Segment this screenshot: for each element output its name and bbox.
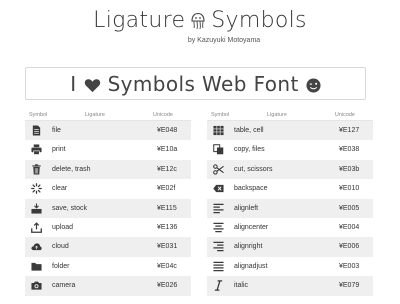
table-row: table, cell ¥E127 [207, 121, 373, 141]
col-ligature: Ligature [267, 112, 287, 118]
ligature-cell: cut, scissors [234, 165, 273, 173]
col-unicode: Unicode [334, 112, 355, 118]
ligature-cell: save, stock [52, 204, 88, 212]
unicode-cell: ¥E115 [157, 204, 177, 212]
table-row: file ¥E048 [25, 121, 191, 141]
ligature-cell: delete, trash [52, 165, 91, 173]
table-header: Symbol Ligature Unicode [207, 112, 373, 121]
ligature-cell: file [52, 127, 61, 134]
wink-smiley-icon [306, 72, 321, 96]
table-row: clear ¥E02f [25, 179, 191, 198]
symbol-table-right: Symbol Ligature Unicode table, cell ¥E12… [207, 112, 373, 296]
table-row: copy, files ¥E038 [207, 140, 373, 159]
jellyfish-logo-icon [189, 11, 207, 31]
unicode-cell: ¥E010 [339, 185, 360, 193]
upload-icon [31, 222, 42, 233]
cloud-icon [31, 241, 42, 252]
align-center-icon [213, 222, 224, 233]
heart-icon [84, 72, 101, 96]
unicode-cell: ¥E04c [157, 262, 177, 270]
col-symbol: Symbol [29, 112, 48, 118]
byline: by Kazuyuki Motoyama [187, 37, 261, 44]
ligature-cell: camera [52, 282, 76, 290]
table-row: alignleft ¥E005 [207, 198, 373, 218]
ligature-cell: upload [52, 223, 74, 231]
table-row: print ¥E10a [25, 140, 191, 159]
italic-icon [213, 280, 224, 291]
banner-text-left: I [70, 71, 77, 96]
page-title: Ligature Symbols [93, 8, 307, 33]
unicode-cell: ¥E005 [339, 204, 360, 212]
ligature-cell: clear [52, 185, 68, 193]
ligature-cell: alignleft [234, 204, 259, 212]
trash-icon [31, 164, 42, 175]
table-row: alignright ¥E006 [207, 237, 373, 257]
unicode-cell: ¥E02f [157, 185, 176, 193]
table-row: delete, trash ¥E12c [25, 159, 191, 180]
unicode-cell: ¥E03b [339, 165, 360, 173]
ligature-cell: table, cell [234, 127, 264, 134]
page-header: Ligature Symbols by Kazuyuki Motoyama [0, 8, 400, 44]
unicode-cell: ¥E038 [339, 146, 360, 154]
table-row: cloud ¥E031 [25, 237, 191, 257]
unicode-cell: ¥E031 [157, 243, 178, 251]
unicode-cell: ¥E004 [339, 223, 360, 231]
unicode-cell: ¥E079 [339, 282, 360, 290]
banner: I Symbols Web Font [25, 67, 366, 100]
ligature-cell: italic [234, 282, 249, 290]
unicode-cell: ¥E006 [339, 243, 360, 251]
copy-icon [213, 144, 224, 155]
ligature-cell: print [52, 146, 66, 154]
unicode-cell: ¥E136 [157, 223, 178, 231]
ligature-cell: aligncenter [234, 223, 269, 231]
table-row: save, stock ¥E115 [25, 198, 191, 218]
banner-text-right: Symbols Web Font [107, 71, 299, 96]
table-row: backspace ¥E010 [207, 179, 373, 198]
camera-icon [31, 280, 42, 291]
table-row: alignadjust ¥E003 [207, 257, 373, 276]
unicode-cell: ¥E026 [157, 282, 178, 290]
folder-icon [31, 261, 42, 272]
ligature-cell: copy, files [234, 146, 265, 154]
align-justify-icon [213, 261, 224, 272]
align-left-icon [213, 203, 224, 214]
table-icon [213, 125, 224, 136]
ligature-cell: alignright [234, 243, 263, 251]
unicode-cell: ¥E10a [157, 146, 178, 154]
unicode-cell: ¥E003 [339, 262, 360, 270]
unicode-cell: ¥E127 [339, 127, 360, 134]
ligature-cell: cloud [52, 243, 69, 251]
file-icon [31, 125, 42, 136]
table-row: aligncenter ¥E004 [207, 218, 373, 237]
unicode-cell: ¥E12c [157, 165, 177, 173]
scissors-icon [213, 164, 224, 175]
backspace-icon [213, 183, 224, 194]
print-icon [31, 144, 42, 156]
table-row: camera ¥E026 [25, 276, 191, 296]
col-unicode: Unicode [152, 112, 173, 118]
table-row: cut, scissors ¥E03b [207, 159, 373, 180]
ligature-cell: folder [52, 262, 70, 270]
align-right-icon [213, 241, 224, 252]
unicode-cell: ¥E048 [157, 127, 178, 134]
title-right: Symbols [211, 8, 307, 33]
table-row: upload ¥E136 [25, 218, 191, 237]
ligature-cell: backspace [234, 185, 268, 193]
table-row: italic ¥E079 [207, 276, 373, 296]
symbol-table-left: Symbol Ligature Unicode file ¥E048 print… [25, 112, 191, 296]
ligature-cell: alignadjust [234, 262, 268, 270]
table-header: Symbol Ligature Unicode [25, 112, 191, 121]
title-left: Ligature [93, 8, 186, 33]
col-symbol: Symbol [211, 112, 230, 118]
spinner-icon [31, 183, 42, 195]
save-icon [31, 203, 42, 214]
table-row: folder ¥E04c [25, 257, 191, 276]
col-ligature: Ligature [85, 112, 105, 118]
